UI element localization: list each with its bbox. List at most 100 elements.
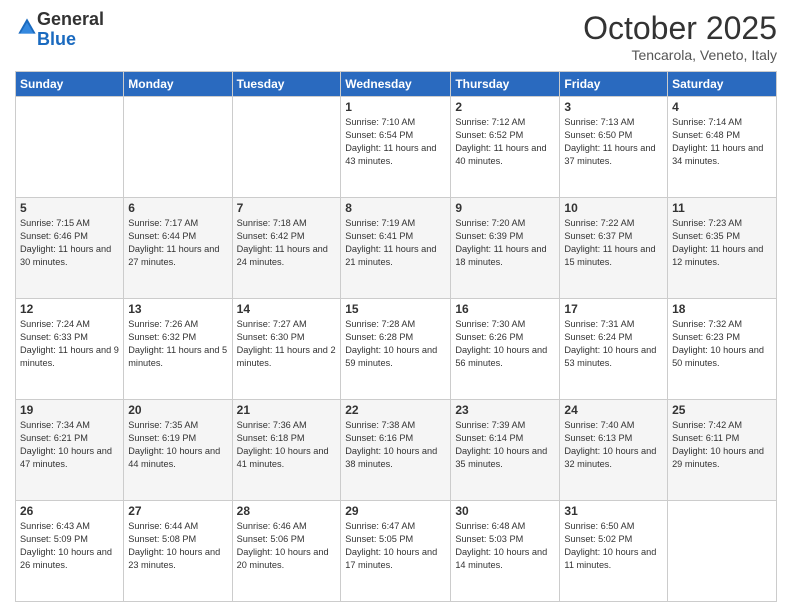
day-number: 7 [237,201,337,215]
header: General Blue October 2025 Tencarola, Ven… [15,10,777,63]
calendar-cell: 15Sunrise: 7:28 AMSunset: 6:28 PMDayligh… [341,299,451,400]
day-info: Sunrise: 7:18 AMSunset: 6:42 PMDaylight:… [237,217,337,269]
day-info: Sunrise: 6:44 AMSunset: 5:08 PMDaylight:… [128,520,227,572]
day-info: Sunrise: 7:34 AMSunset: 6:21 PMDaylight:… [20,419,119,471]
calendar-cell: 4 Sunrise: 7:14 AMSunset: 6:48 PMDaylight… [668,97,777,198]
day-number: 2 [455,100,555,114]
calendar-week-3: 19 Sunrise: 7:34 AMSunset: 6:21 PMDayligh… [16,400,777,501]
calendar-cell: 16 Sunrise: 7:30 AMSunset: 6:26 PMDayligh… [451,299,560,400]
calendar-cell: 8Sunrise: 7:19 AMSunset: 6:41 PMDaylight… [341,198,451,299]
day-number: 15 [345,302,446,316]
calendar-cell: 28 Sunrise: 6:46 AMSunset: 5:06 PMDayligh… [232,501,341,602]
calendar-cell: 26Sunrise: 6:43 AMSunset: 5:09 PMDayligh… [16,501,124,602]
calendar-week-1: 5Sunrise: 7:15 AMSunset: 6:46 PMDaylight… [16,198,777,299]
day-info: Sunrise: 7:13 AMSunset: 6:50 PMDaylight:… [564,116,663,168]
calendar-cell: 2 Sunrise: 7:12 AMSunset: 6:52 PMDaylight… [451,97,560,198]
day-number: 27 [128,504,227,518]
day-info: Sunrise: 7:15 AMSunset: 6:46 PMDaylight:… [20,217,119,269]
calendar-cell: 10 Sunrise: 7:22 AMSunset: 6:37 PMDayligh… [560,198,668,299]
day-number: 16 [455,302,555,316]
day-number: 14 [237,302,337,316]
calendar-cell: 9 Sunrise: 7:20 AMSunset: 6:39 PMDaylight… [451,198,560,299]
calendar-cell: 21 Sunrise: 7:36 AMSunset: 6:18 PMDayligh… [232,400,341,501]
day-info: Sunrise: 7:40 AMSunset: 6:13 PMDaylight:… [564,419,663,471]
header-sunday: Sunday [16,72,124,97]
day-number: 23 [455,403,555,417]
logo-general: General [37,9,104,29]
calendar-cell: 13 Sunrise: 7:26 AMSunset: 6:32 PMDayligh… [124,299,232,400]
day-info: Sunrise: 7:36 AMSunset: 6:18 PMDaylight:… [237,419,337,471]
day-info: Sunrise: 7:23 AMSunset: 6:35 PMDaylight:… [672,217,772,269]
calendar-cell: 12 Sunrise: 7:24 AMSunset: 6:33 PMDayligh… [16,299,124,400]
day-info: Sunrise: 7:24 AMSunset: 6:33 PMDaylight:… [20,318,119,370]
calendar-week-0: 1Sunrise: 7:10 AMSunset: 6:54 PMDaylight… [16,97,777,198]
calendar-cell: 6 Sunrise: 7:17 AMSunset: 6:44 PMDaylight… [124,198,232,299]
calendar-table: SundayMondayTuesdayWednesdayThursdayFrid… [15,71,777,602]
header-saturday: Saturday [668,72,777,97]
day-number: 31 [564,504,663,518]
day-info: Sunrise: 7:10 AMSunset: 6:54 PMDaylight:… [345,116,446,168]
calendar-cell: 25 Sunrise: 7:42 AMSunset: 6:11 PMDayligh… [668,400,777,501]
calendar-cell: 3Sunrise: 7:13 AMSunset: 6:50 PMDaylight… [560,97,668,198]
day-info: Sunrise: 6:47 AMSunset: 5:05 PMDaylight:… [345,520,446,572]
calendar-cell: 31Sunrise: 6:50 AMSunset: 5:02 PMDayligh… [560,501,668,602]
calendar-cell: 11 Sunrise: 7:23 AMSunset: 6:35 PMDayligh… [668,198,777,299]
calendar-cell: 18 Sunrise: 7:32 AMSunset: 6:23 PMDayligh… [668,299,777,400]
title-block: October 2025 Tencarola, Veneto, Italy [583,10,777,63]
calendar-cell: 29Sunrise: 6:47 AMSunset: 5:05 PMDayligh… [341,501,451,602]
day-number: 6 [128,201,227,215]
calendar-cell: 1Sunrise: 7:10 AMSunset: 6:54 PMDaylight… [341,97,451,198]
day-number: 4 [672,100,772,114]
day-number: 12 [20,302,119,316]
day-info: Sunrise: 7:31 AMSunset: 6:24 PMDaylight:… [564,318,663,370]
calendar-cell [668,501,777,602]
calendar-cell: 27 Sunrise: 6:44 AMSunset: 5:08 PMDayligh… [124,501,232,602]
calendar-cell: 30Sunrise: 6:48 AMSunset: 5:03 PMDayligh… [451,501,560,602]
day-number: 18 [672,302,772,316]
logo-blue: Blue [37,29,76,49]
day-info: Sunrise: 7:17 AMSunset: 6:44 PMDaylight:… [128,217,227,269]
calendar-cell: 20Sunrise: 7:35 AMSunset: 6:19 PMDayligh… [124,400,232,501]
calendar-cell [232,97,341,198]
header-thursday: Thursday [451,72,560,97]
calendar-cell: 17 Sunrise: 7:31 AMSunset: 6:24 PMDayligh… [560,299,668,400]
day-number: 17 [564,302,663,316]
calendar-week-4: 26Sunrise: 6:43 AMSunset: 5:09 PMDayligh… [16,501,777,602]
day-info: Sunrise: 7:22 AMSunset: 6:37 PMDaylight:… [564,217,663,269]
calendar-cell: 22Sunrise: 7:38 AMSunset: 6:16 PMDayligh… [341,400,451,501]
header-monday: Monday [124,72,232,97]
day-info: Sunrise: 7:14 AMSunset: 6:48 PMDaylight:… [672,116,772,168]
day-number: 22 [345,403,446,417]
day-number: 9 [455,201,555,215]
day-number: 25 [672,403,772,417]
day-number: 10 [564,201,663,215]
logo-text: General Blue [37,10,104,50]
day-info: Sunrise: 7:26 AMSunset: 6:32 PMDaylight:… [128,318,227,370]
header-friday: Friday [560,72,668,97]
day-info: Sunrise: 6:43 AMSunset: 5:09 PMDaylight:… [20,520,119,572]
day-info: Sunrise: 7:39 AMSunset: 6:14 PMDaylight:… [455,419,555,471]
month-title: October 2025 [583,10,777,47]
day-info: Sunrise: 7:30 AMSunset: 6:26 PMDaylight:… [455,318,555,370]
day-info: Sunrise: 7:42 AMSunset: 6:11 PMDaylight:… [672,419,772,471]
day-number: 11 [672,201,772,215]
page: General Blue October 2025 Tencarola, Ven… [0,0,792,612]
day-number: 20 [128,403,227,417]
day-info: Sunrise: 7:20 AMSunset: 6:39 PMDaylight:… [455,217,555,269]
logo: General Blue [15,10,104,50]
calendar-week-2: 12 Sunrise: 7:24 AMSunset: 6:33 PMDayligh… [16,299,777,400]
day-number: 13 [128,302,227,316]
calendar-cell: 19 Sunrise: 7:34 AMSunset: 6:21 PMDayligh… [16,400,124,501]
calendar-cell [124,97,232,198]
day-number: 24 [564,403,663,417]
day-info: Sunrise: 7:12 AMSunset: 6:52 PMDaylight:… [455,116,555,168]
location-subtitle: Tencarola, Veneto, Italy [583,47,777,63]
header-wednesday: Wednesday [341,72,451,97]
day-number: 21 [237,403,337,417]
day-number: 28 [237,504,337,518]
day-number: 8 [345,201,446,215]
day-info: Sunrise: 7:32 AMSunset: 6:23 PMDaylight:… [672,318,772,370]
day-info: Sunrise: 6:46 AMSunset: 5:06 PMDaylight:… [237,520,337,572]
day-number: 19 [20,403,119,417]
day-info: Sunrise: 7:27 AMSunset: 6:30 PMDaylight:… [237,318,337,370]
